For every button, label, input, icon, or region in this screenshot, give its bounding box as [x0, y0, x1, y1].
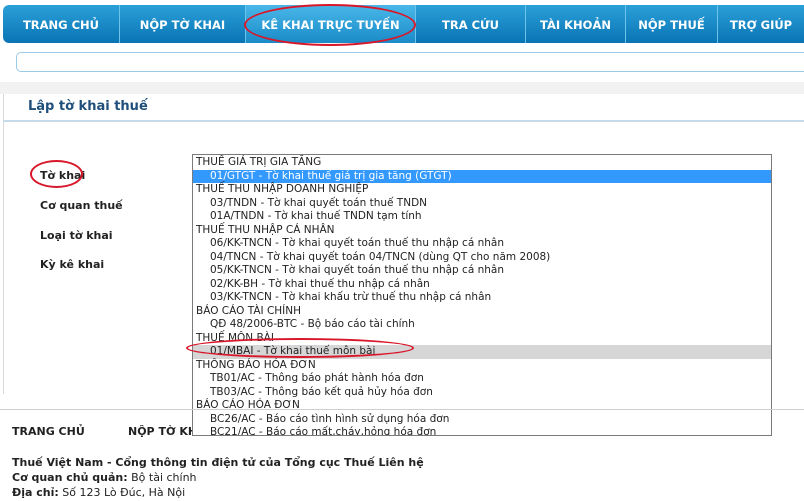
dropdown-group-label: THUẾ GIÁ TRỊ GIA TĂNG: [196, 156, 322, 168]
dropdown-option[interactable]: 06/KK-TNCN - Tờ khai quyết toán thuế thu…: [193, 237, 771, 251]
footer-agency-label: Cơ quan chủ quản:: [12, 471, 128, 484]
dropdown-option[interactable]: 01A/TNDN - Tờ khai thuế TNDN tạm tính: [193, 210, 771, 224]
dropdown-group-label: BÁO CÁO HÓA ĐƠN: [196, 399, 300, 411]
label-loai-to-khai: Loại tờ khai: [40, 229, 113, 242]
dropdown-option[interactable]: QĐ 48/2006-BTC - Bộ báo cáo tài chính: [193, 318, 771, 332]
label-co-quan-thue: Cơ quan thuế: [40, 199, 123, 212]
nav-item-tra-cuu[interactable]: TRA CỨU: [416, 5, 526, 43]
nav-item-nop-thue[interactable]: NỘP THUẾ: [626, 5, 718, 43]
section-divider: [0, 82, 804, 94]
dropdown-option[interactable]: 05/KK-TNCN - Tờ khai quyết toán thuế thu…: [193, 264, 771, 278]
dropdown-group-label: THÔNG BÁO HÓA ĐƠN: [196, 358, 316, 371]
footer-agency-value: Bộ tài chính: [131, 471, 197, 484]
footer-link-nop-to-khai[interactable]: NỘP TỜ KH: [128, 425, 192, 438]
footer-link-trang-chu[interactable]: TRANG CHỦ: [12, 425, 85, 438]
footer-address: Địa chỉ: Số 123 Lò Đúc, Hà Nội: [12, 486, 185, 499]
dropdown-option[interactable]: 03/KK-TNCN - Tờ khai khấu trừ thuế thu n…: [193, 291, 771, 305]
dropdown-option[interactable]: TB01/AC - Thông báo phát hành hóa đơn: [193, 372, 771, 386]
title-divider: [3, 120, 804, 122]
page-title: Lập tờ khai thuế: [28, 99, 148, 114]
nav-item-tro-giup[interactable]: TRỢ GIÚP: [718, 5, 804, 43]
dropdown-group-label: THUẾ THU NHẬP DOANH NGHIỆP: [196, 183, 369, 195]
nav-item-trang-chu[interactable]: TRANG CHỦ: [3, 5, 120, 43]
dropdown-option[interactable]: 04/TNCN - Tờ khai quyết toán 04/TNCN (dù…: [193, 251, 771, 265]
dropdown-group-label: THUẾ THU NHẬP CÁ NHÂN: [196, 223, 335, 236]
dropdown-option[interactable]: 02/KK-BH - Tờ khai thuế thu nhập cá nhân: [193, 278, 771, 292]
dropdown-group-label: BÁO CÁO TÀI CHÍNH: [196, 304, 302, 317]
label-ky-ke-khai: Kỳ kê khai: [40, 258, 105, 271]
nav-item-tai-khoan[interactable]: TÀI KHOẢN: [526, 5, 626, 43]
dropdown-option[interactable]: TB03/AC - Thông báo kết quả hủy hóa đơn: [193, 386, 771, 400]
dropdown-option[interactable]: BC26/AC - Báo cáo tình hình sử dụng hóa …: [193, 413, 771, 427]
footer-site-info: Thuế Việt Nam - Cổng thông tin điện tử c…: [12, 456, 424, 469]
dropdown-option[interactable]: 01/GTGT - Tờ khai thuế giá trị gia tăng …: [193, 169, 771, 183]
dropdown-option[interactable]: BC21/AC - Báo cáo mất,cháy,hỏng hóa đơn: [193, 426, 771, 435]
dropdown-option[interactable]: 01/MBAI - Tờ khai thuế môn bài: [193, 345, 771, 359]
footer-divider: [0, 409, 804, 410]
footer-address-label: Địa chỉ:: [12, 486, 59, 499]
nav-item-nop-to-khai[interactable]: NỘP TỜ KHAI: [120, 5, 246, 43]
dropdown-option[interactable]: 03/TNDN - Tờ khai quyết toán thuế TNDN: [193, 197, 771, 211]
breadcrumb: [16, 52, 804, 72]
nav-item-ke-khai-truc-tuyen[interactable]: KÊ KHAI TRỰC TUYẾN: [246, 5, 416, 43]
dropdown-group-label: THUẾ MÔN BÀI: [196, 331, 274, 344]
to-khai-dropdown-list[interactable]: THUẾ GIÁ TRỊ GIA TĂNG 01/GTGT - Tờ khai t…: [192, 154, 772, 436]
footer-agency: Cơ quan chủ quản: Bộ tài chính: [12, 471, 197, 484]
label-to-khai: Tờ khai: [40, 169, 86, 182]
footer-address-value: Số 123 Lò Đúc, Hà Nội: [62, 486, 186, 499]
